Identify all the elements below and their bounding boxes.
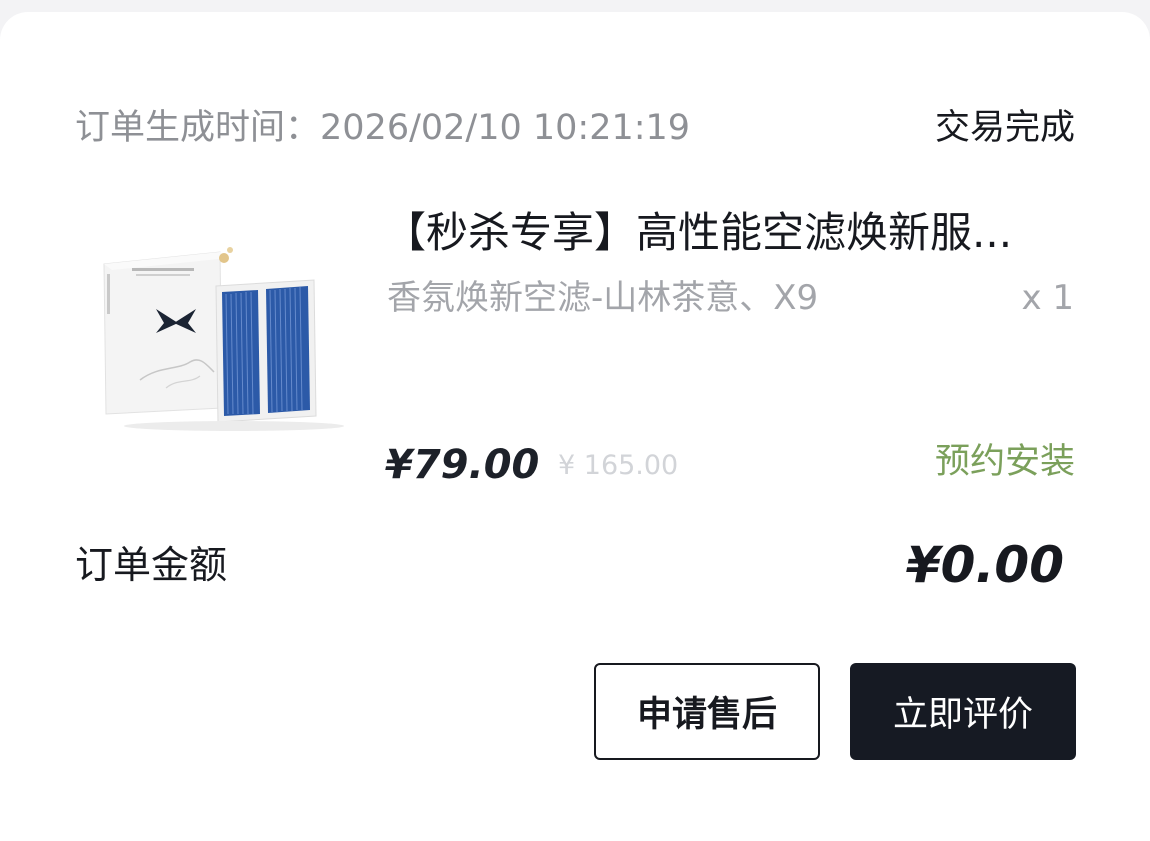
order-amount-value: ¥0.00 bbox=[905, 536, 1064, 594]
order-time-value: 2026/02/10 10:21:19 bbox=[320, 108, 691, 148]
review-button[interactable]: 立即评价 bbox=[850, 663, 1076, 760]
price-original: ¥ 165.00 bbox=[558, 450, 679, 481]
product-image[interactable] bbox=[74, 238, 350, 438]
order-time: 订单生成时间：2026/02/10 10:21:19 bbox=[75, 106, 690, 150]
product-title[interactable]: 【秒杀专享】高性能空滤焕新服... bbox=[384, 206, 1074, 260]
order-card: 订单生成时间：2026/02/10 10:21:19 交易完成 【秒杀专享】高性… bbox=[0, 12, 1150, 841]
product-spec: 香氛焕新空滤-山林茶意、X9 bbox=[387, 278, 819, 318]
product-quantity: x 1 bbox=[1021, 278, 1074, 318]
order-status: 交易完成 bbox=[934, 108, 1075, 148]
product-box-icon bbox=[103, 247, 344, 431]
install-appointment-link[interactable]: 预约安装 bbox=[935, 440, 1075, 484]
order-time-label: 订单生成时间： bbox=[75, 108, 321, 148]
after-sale-button[interactable]: 申请售后 bbox=[594, 663, 820, 760]
review-button-label: 立即评价 bbox=[892, 695, 1033, 735]
price-current: ¥79.00 bbox=[385, 442, 540, 488]
after-sale-button-label: 申请售后 bbox=[636, 695, 777, 735]
order-amount-label: 订单金额 bbox=[75, 543, 228, 587]
